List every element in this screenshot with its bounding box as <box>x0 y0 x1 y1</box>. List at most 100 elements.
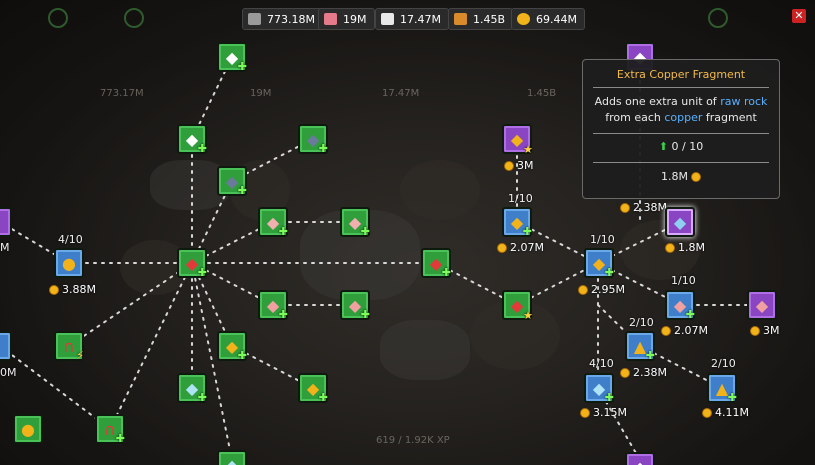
upgrade-node-red-ore[interactable]: ◆ ✚ <box>421 248 451 279</box>
upgrade-node-pink-ore[interactable]: ◆ ✚ <box>665 290 695 321</box>
upgrade-node-gold-bag[interactable]: ▲ ✚ <box>625 331 655 362</box>
resource-value: 1.45B <box>473 12 506 26</box>
gem-icon <box>324 13 337 25</box>
gold-bag-icon: ▲ <box>633 336 647 356</box>
node-cost: 2.95M <box>578 283 625 296</box>
tooltip-progress: ⬆ 0 / 10 <box>658 140 704 153</box>
resource-counter-ingot: 17.47M <box>375 8 449 30</box>
node-cost-partial: M <box>0 241 10 254</box>
coin-icon <box>497 242 507 253</box>
node-cost: 2.38M <box>620 201 667 214</box>
dark-ore-icon: ◆ <box>225 171 239 191</box>
upgrade-node-dark-ore[interactable]: ◆ ✚ <box>298 124 328 155</box>
coin-icon <box>620 202 630 213</box>
coin-icon <box>504 160 514 171</box>
resource-value: 773.18M <box>267 12 315 26</box>
close-button[interactable]: ✕ <box>792 9 806 23</box>
silver-ore-icon: ◆ <box>225 47 239 67</box>
upgrade-node-gold-bag[interactable]: ▲ ✚ <box>707 373 737 404</box>
upgrade-node-offscreen[interactable] <box>0 207 12 237</box>
divider <box>593 162 769 163</box>
magnet-icon: ∩ <box>104 419 116 439</box>
ore-icon <box>248 13 261 25</box>
gold-ore-icon: ◆ <box>225 336 239 356</box>
node-cost: 3.88M <box>49 283 96 296</box>
arrow-up-icon: ⬆ <box>658 140 668 153</box>
resource-value: 17.47M <box>400 12 441 26</box>
upgrade-node-red-ore[interactable]: ◆ ✚ <box>177 248 207 279</box>
upgrade-node-gold-ore[interactable]: ◆ ✚ <box>584 248 614 279</box>
node-level: 4/10 <box>58 233 83 246</box>
node-cost: 2.07M <box>497 241 544 254</box>
tooltip-title: Extra Copper Fragment <box>616 68 746 81</box>
ingot-icon <box>381 13 394 25</box>
magnet-icon: ∩ <box>63 336 75 356</box>
silver-ore-icon: ◆ <box>634 458 646 465</box>
red-ore-icon: ◆ <box>429 253 443 273</box>
node-cost: 3.15M <box>580 406 627 419</box>
dark-ore-icon: ◆ <box>306 129 320 149</box>
upgrade-node-pink-ore[interactable]: ◆ ✚ <box>340 207 370 238</box>
node-level: 1/10 <box>590 233 615 246</box>
copper-ore-icon: ◆ <box>673 212 687 232</box>
upgrade-node-gold-ore-locked[interactable]: ◆ ★ <box>502 124 533 156</box>
coin-icon <box>578 284 588 295</box>
node-level: 4/10 <box>589 357 614 370</box>
upgrade-node-diamond-ore[interactable]: ◆ <box>217 450 247 465</box>
upgrade-node-coin-pile[interactable]: ● <box>54 248 84 278</box>
gold-ore-icon: ◆ <box>510 212 524 232</box>
upgrade-node-pink-ore[interactable]: ◆ ✚ <box>258 207 288 238</box>
node-cost: 2.38M <box>620 366 667 379</box>
resource-counter-ore: 773.18M <box>242 8 323 30</box>
coin-icon <box>661 325 671 336</box>
coin-icon <box>517 13 530 25</box>
coin-icon <box>49 284 59 295</box>
upgrade-node-pink-ore[interactable]: ◆ ✚ <box>340 290 370 321</box>
upgrade-node-pink-ore-locked[interactable]: ◆ <box>747 290 777 320</box>
crate-icon <box>454 13 467 25</box>
node-cost: 1.8M <box>665 241 705 254</box>
upgrade-node-gold-ore[interactable]: ◆ ✚ <box>502 207 532 238</box>
upgrade-node-dark-ore[interactable]: ◆ ✚ <box>217 166 247 197</box>
gold-bag-icon: ▲ <box>715 378 729 398</box>
upgrade-node-diamond-ore[interactable]: ◆ ✚ <box>584 373 614 404</box>
silver-ore-icon: ◆ <box>185 129 199 149</box>
node-cost: 3M <box>504 159 534 172</box>
node-cost: 4.11M <box>702 406 749 419</box>
upgrade-node-diamond-ore[interactable]: ◆ ✚ <box>177 373 207 404</box>
gold-ore-icon: ◆ <box>510 129 524 149</box>
divider <box>593 87 769 88</box>
gold-ore-icon: ◆ <box>306 378 320 398</box>
upgrade-node-silver-ore-locked[interactable]: ◆ <box>625 452 655 465</box>
tooltip-description: Adds one extra unit of raw rock from eac… <box>594 95 768 124</box>
resource-counter-coin: 69.44M <box>511 8 585 30</box>
diamond-ore-icon: ◆ <box>592 378 606 398</box>
upgrade-node-pink-ore[interactable]: ◆ ✚ <box>258 290 288 321</box>
coin-icon <box>750 325 760 336</box>
upgrade-node-coin-pile[interactable]: ● <box>13 414 43 444</box>
coin-pile-icon: ● <box>21 419 35 439</box>
pink-ore-icon: ◆ <box>755 295 769 315</box>
upgrade-tooltip: Extra Copper Fragment Adds one extra uni… <box>582 59 780 199</box>
upgrade-node-offscreen[interactable] <box>0 331 12 361</box>
node-level: 2/10 <box>629 316 654 329</box>
upgrade-node-magnet[interactable]: ∩ ✚ <box>95 414 125 445</box>
upgrade-node-red-ore[interactable]: ◆ ★ <box>502 290 533 322</box>
resource-value: 19M <box>343 12 367 26</box>
node-cost: 2.07M <box>661 324 708 337</box>
close-icon: ✕ <box>794 9 804 22</box>
coin-icon <box>702 407 712 418</box>
upgrade-node-gold-ore[interactable]: ◆ ✚ <box>298 373 328 404</box>
upgrade-node-copper-ore-selected[interactable]: ◆ <box>665 207 695 237</box>
resource-counter-crate: 1.45B <box>448 8 514 30</box>
red-ore-icon: ◆ <box>185 253 199 273</box>
pink-ore-icon: ◆ <box>673 295 687 315</box>
node-cost: 3M <box>750 324 780 337</box>
upgrade-node-silver-ore[interactable]: ◆ ✚ <box>217 42 247 73</box>
upgrade-node-gold-ore[interactable]: ◆ ✚ <box>217 331 247 362</box>
upgrade-node-magnet[interactable]: ∩ ⚡ <box>54 331 84 362</box>
upgrade-node-silver-ore[interactable]: ◆ ✚ <box>177 124 207 155</box>
divider <box>593 133 769 134</box>
resource-value: 69.44M <box>536 12 577 26</box>
coin-icon <box>620 367 630 378</box>
